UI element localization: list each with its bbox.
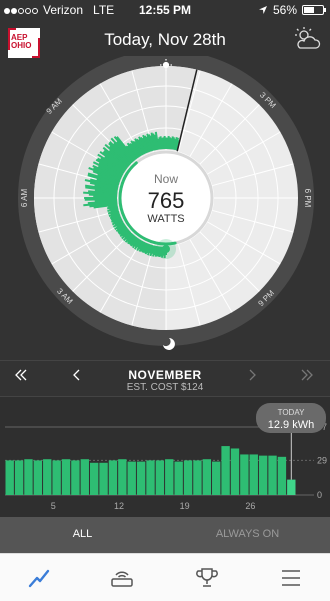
day-bar xyxy=(278,457,286,495)
month-navigation: NOVEMBER EST. COST $124 xyxy=(0,360,330,397)
battery-percent: 56% xyxy=(273,3,297,17)
x-tick-label: 26 xyxy=(245,501,255,511)
day-bar xyxy=(43,459,51,495)
x-tick-label: 5 xyxy=(51,501,56,511)
x-tick-label: 19 xyxy=(180,501,190,511)
day-bar xyxy=(81,459,89,495)
day-bar xyxy=(174,462,182,495)
tab-always-on[interactable]: ALWAYS ON xyxy=(165,528,330,540)
double-chevron-right-icon[interactable] xyxy=(300,368,314,382)
day-bar xyxy=(71,460,79,495)
partly-cloudy-icon[interactable] xyxy=(292,26,322,52)
menu-icon[interactable] xyxy=(276,566,306,590)
location-arrow-icon xyxy=(258,5,268,15)
x-tick-label: 12 xyxy=(114,501,124,511)
day-bar xyxy=(34,460,42,495)
day-bar xyxy=(212,462,220,495)
usage-dial: Now 765 WATTS 9 AM 6 AM 3 AM 3 PM 6 PM 9… xyxy=(0,56,330,356)
day-bar xyxy=(221,446,229,495)
day-bar xyxy=(250,454,258,495)
usage-bar xyxy=(85,199,117,200)
estimated-cost: EST. COST $124 xyxy=(0,382,330,393)
day-bar xyxy=(62,459,70,495)
day-bar xyxy=(24,459,32,495)
y-tick-label: 29 xyxy=(317,455,327,465)
day-bar xyxy=(193,460,201,495)
day-bar xyxy=(146,460,154,495)
chevron-right-icon[interactable] xyxy=(247,368,257,382)
day-bar xyxy=(90,463,98,495)
day-bar xyxy=(118,459,126,495)
usage-icon[interactable] xyxy=(24,566,54,590)
status-bar: Verizon LTE 12:55 PM 56% xyxy=(0,0,330,20)
today-bar xyxy=(287,480,295,495)
day-bar xyxy=(268,456,276,495)
day-bar xyxy=(240,454,248,495)
watts-unit: WATTS xyxy=(147,213,184,225)
trophy-icon[interactable] xyxy=(192,566,222,590)
today-callout-value: 12.9 kWh xyxy=(268,419,314,431)
day-bar xyxy=(15,460,23,495)
page-title: Today, Nov 28th xyxy=(0,30,330,50)
day-bar xyxy=(203,459,211,495)
daily-usage-chart: 572905121926TODAY12.9 kWh xyxy=(0,396,330,517)
y-tick-label: 0 xyxy=(317,490,322,500)
month-label: NOVEMBER xyxy=(0,368,330,382)
app-header: AEPOHIO Today, Nov 28th xyxy=(0,22,330,58)
device-icon[interactable] xyxy=(107,566,137,590)
day-bar xyxy=(137,462,145,495)
day-bar xyxy=(231,448,239,495)
now-label: Now xyxy=(154,172,178,186)
bottom-navigation xyxy=(0,553,330,601)
now-marker-dot xyxy=(162,245,170,253)
day-bar xyxy=(109,460,117,495)
day-bar xyxy=(156,460,164,495)
hour-label-6pm: 6 PM xyxy=(303,189,312,208)
battery-icon xyxy=(302,5,324,15)
usage-tabs: ALL ALWAYS ON xyxy=(0,517,330,553)
tab-all[interactable]: ALL xyxy=(0,528,165,540)
day-bar xyxy=(6,460,14,495)
day-bar xyxy=(165,459,173,495)
day-bar xyxy=(128,462,136,495)
day-bar xyxy=(99,463,107,495)
day-bar xyxy=(184,460,192,495)
hour-label-6am: 6 AM xyxy=(20,189,29,208)
day-bar xyxy=(52,460,60,495)
watts-value: 765 xyxy=(148,188,185,213)
today-callout-label: TODAY xyxy=(278,408,305,417)
day-bar xyxy=(259,456,267,495)
